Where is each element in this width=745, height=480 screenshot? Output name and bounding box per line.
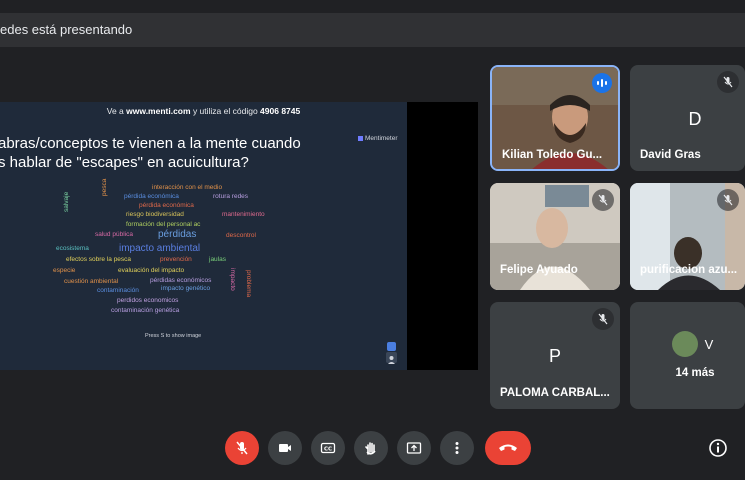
more-avatar: V xyxy=(696,331,722,357)
mic-toggle-button[interactable] xyxy=(225,431,259,465)
camera-toggle-button[interactable] xyxy=(268,431,302,465)
word-cloud-word: salud pública xyxy=(95,231,133,238)
presenting-banner: edes está presentando xyxy=(0,13,745,47)
word-cloud-word: contaminación xyxy=(97,287,139,294)
participant-tile-kilian[interactable]: Kilian Toledo Gu... xyxy=(490,65,620,171)
word-cloud-word: especie xyxy=(53,267,76,274)
mentimeter-logo-icon xyxy=(358,135,363,141)
end-call-icon xyxy=(499,444,517,451)
participant-tile-david[interactable]: D David Gras xyxy=(630,65,745,171)
speaking-indicator-icon xyxy=(592,73,612,93)
mic-off-icon xyxy=(592,308,614,330)
participant-name: Kilian Toledo Gu... xyxy=(502,149,603,161)
presentation-stage[interactable]: Ve a www.menti.com y utiliza el código 4… xyxy=(0,102,478,370)
avatar-initial: D xyxy=(688,108,702,129)
code-value: 4906 8745 xyxy=(260,106,301,116)
mic-off-icon xyxy=(592,189,614,211)
end-call-button[interactable] xyxy=(485,431,531,465)
participant-tile-felipe[interactable]: Felipe Ayuado xyxy=(490,183,620,290)
captions-button[interactable]: CC xyxy=(311,431,345,465)
participant-tile-more[interactable]: V 14 más xyxy=(630,302,745,409)
word-cloud-word: pérdida económica xyxy=(139,202,194,209)
more-avatar-photo xyxy=(672,331,698,357)
avatar: P xyxy=(535,336,575,376)
word-cloud-word: efectos sobre la pesca xyxy=(66,256,132,263)
more-avatar-initial: V xyxy=(704,336,714,352)
slide-question-line2: s hablar de "escapes" en acuicultura? xyxy=(0,154,249,171)
code-prefix: Ve a xyxy=(106,106,124,116)
word-cloud-word: prevención xyxy=(160,256,192,263)
slide-question-line1: abras/conceptos te vienen a la mente cua… xyxy=(0,135,301,152)
word-cloud-word: salvaje xyxy=(63,191,70,212)
word-cloud-word: formación del personal ac xyxy=(126,221,201,228)
word-cloud-word: impacto xyxy=(229,268,236,291)
mic-off-icon xyxy=(717,71,739,93)
code-site: www.menti.com xyxy=(126,106,191,116)
participant-name: David Gras xyxy=(640,149,701,161)
word-cloud-word: jaulas xyxy=(209,256,226,263)
code-middle: y utiliza el código xyxy=(192,106,258,116)
slide-code-line: Ve a www.menti.com y utiliza el código 4… xyxy=(0,106,407,116)
word-cloud-word: impacto ambiental xyxy=(119,243,201,254)
word-cloud-word: rotura redes xyxy=(213,193,249,200)
participant-name: PALOMA CARBAL... xyxy=(500,387,610,399)
raise-hand-button[interactable] xyxy=(354,431,388,465)
avatar-initial: P xyxy=(548,345,561,366)
mic-off-icon xyxy=(236,441,248,455)
meeting-info-button[interactable] xyxy=(706,436,730,460)
word-cloud-word: problema xyxy=(245,270,252,298)
participant-name: purificacion azu... xyxy=(640,264,738,276)
presenting-text: edes está presentando xyxy=(0,22,133,37)
participant-name: Felipe Ayuado xyxy=(500,264,578,276)
word-cloud-word: pérdidas xyxy=(158,229,197,240)
avatar: D xyxy=(675,99,715,139)
word-cloud-word: ecosistema xyxy=(56,245,89,252)
raise-hand-icon xyxy=(365,442,376,455)
word-cloud-word: impacto genético xyxy=(161,285,211,292)
mic-off-icon xyxy=(717,189,739,211)
word-cloud-word: pérdida económica xyxy=(124,193,179,200)
slide-badge-icon xyxy=(387,342,396,351)
word-cloud-word: interacción con el medio xyxy=(152,184,223,191)
word-cloud-word: mantenimiento xyxy=(222,211,265,218)
top-strip xyxy=(0,0,745,12)
word-cloud-word: perdidos economicos xyxy=(117,297,179,304)
participant-tile-paloma[interactable]: P PALOMA CARBAL... xyxy=(490,302,620,409)
word-cloud-word: evaluación del impacto xyxy=(118,267,185,274)
word-cloud-word: pérdidas económicos xyxy=(150,277,212,284)
camera-icon xyxy=(279,444,291,452)
more-icon xyxy=(455,442,459,454)
svg-text:CC: CC xyxy=(324,447,332,453)
word-cloud-word: riesgo biodiversidad xyxy=(126,211,184,218)
captions-icon: CC xyxy=(320,442,336,454)
word-cloud-word: contaminación genética xyxy=(111,307,180,314)
press-hint: Press S to show image xyxy=(145,333,202,339)
info-icon xyxy=(709,439,727,457)
slide-user-icon xyxy=(386,352,397,364)
word-cloud-word: cuestión ambiental xyxy=(64,278,119,285)
word-cloud-word: descontrol xyxy=(226,232,256,239)
slide: Ve a www.menti.com y utiliza el código 4… xyxy=(0,102,407,370)
participant-tile-purificacion[interactable]: purificacion azu... xyxy=(630,183,745,290)
word-cloud-word: pesca xyxy=(101,178,108,196)
mentimeter-brand: Mentimeter xyxy=(358,135,398,142)
more-label: 14 más xyxy=(675,367,715,379)
more-options-button[interactable] xyxy=(440,431,474,465)
mentimeter-label: Mentimeter xyxy=(365,135,398,142)
present-icon xyxy=(406,442,422,454)
present-button[interactable] xyxy=(397,431,431,465)
